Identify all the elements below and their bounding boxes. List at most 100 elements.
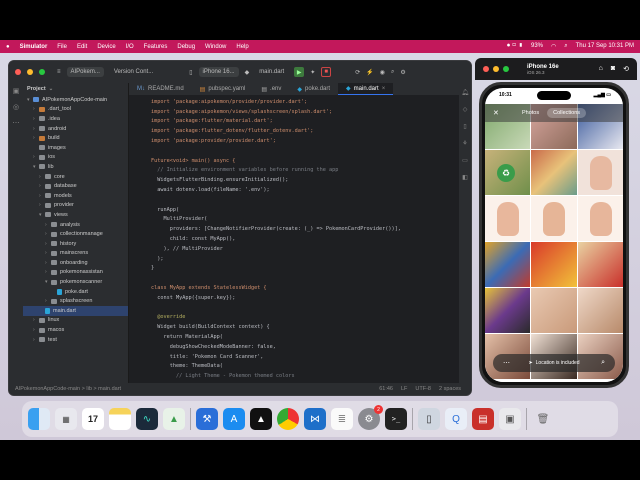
minimize-window-button[interactable] [27,69,33,75]
tree-item[interactable]: › macos [23,325,128,335]
code-line[interactable]: import 'package:aipokemon/provider/provi… [129,97,451,107]
photo-thumbnail[interactable] [531,288,577,333]
code-line[interactable] [129,273,451,283]
location-info[interactable]: Location is included [536,360,580,366]
photo-thumbnail[interactable] [531,242,577,287]
project-panel-header[interactable]: Project ⌄ [23,83,128,95]
app-store-icon[interactable]: A [223,408,245,430]
tree-item[interactable]: › test [23,335,128,345]
screenshot-icon[interactable]: ◙ [611,65,615,73]
tree-item[interactable]: › mainscrens [23,249,128,259]
code-editor[interactable]: M↓ README.md ▤ pubspec.yaml ▤ .env ◆ poke.da… [129,83,459,383]
code-line[interactable]: const MyApp({super.key}); [129,293,451,303]
cursor-position[interactable]: 61:46 [379,386,393,392]
segment-collections[interactable]: Collections [547,108,587,118]
code-line[interactable] [129,303,451,313]
tree-item[interactable]: ▾ pokemonscanner [23,277,128,287]
run-config-selector[interactable]: main.dart [255,67,288,77]
tree-item[interactable]: › build [23,133,128,143]
iphone-screen[interactable]: 10:31 ▂▄▆ ▭ ♻ ✕ Photos Collections ⋯ ➤ L… [485,88,623,382]
code-line[interactable]: import 'package:flutter_dotenv/flutter_d… [129,126,451,136]
tree-item[interactable]: › ios [23,153,128,163]
search-icon[interactable]: ⌕ [564,43,567,50]
notifications-icon[interactable]: 🔔︎ [461,89,469,96]
indent-setting[interactable]: 2 spaces [439,386,461,392]
photo-thumbnail[interactable] [577,150,623,195]
code-line[interactable]: Widget build(BuildContext context) { [129,322,451,332]
vcs-selector[interactable]: Version Cont... [110,67,157,77]
tree-item[interactable]: › onboarding [23,258,128,268]
tree-item[interactable]: › android [23,124,128,134]
zoom-window-button[interactable] [503,66,509,72]
code-line[interactable]: WidgetsFlutterBinding.ensureInitialized(… [129,175,451,185]
simulator-icon[interactable]: ▯ [418,408,440,430]
tree-item[interactable]: › splashscreen [23,296,128,306]
code-line[interactable] [129,146,451,156]
stop-button[interactable]: ■ [321,67,332,77]
code-line[interactable]: runApp( [129,205,451,215]
code-line[interactable]: @override [129,313,451,323]
chrome-icon[interactable] [277,408,299,430]
terminal-icon[interactable]: >_ [385,408,407,430]
code-line[interactable]: title: 'Pokemon Card Scanner', [129,352,451,362]
home-icon[interactable]: ⌂ [599,65,603,73]
zoom-window-button[interactable] [39,69,45,75]
run-button[interactable]: ▶ [294,67,305,77]
device-mirror-icon[interactable]: ◧ [462,174,468,181]
apple-icon[interactable]: ● [6,44,10,50]
debug-icon[interactable]: ✦ [310,69,315,76]
line-separator[interactable]: LF [401,386,407,392]
pdf-icon[interactable]: ▤ [472,408,494,430]
photo-thumbnail[interactable] [577,196,623,241]
tree-item[interactable]: poke.dart [23,287,128,297]
code-line[interactable]: // Light Theme - Pokemon themed colors [129,371,451,381]
android-studio-icon[interactable]: ▲ [163,408,185,430]
folder-icon[interactable]: ▣ [13,87,20,95]
tree-item[interactable]: › provider [23,201,128,211]
structure-icon[interactable]: ⋯ [13,119,20,127]
tree-item[interactable]: › linux [23,316,128,326]
code-line[interactable]: theme: ThemeData( [129,362,451,372]
xcode-icon[interactable]: ⚒ [196,408,218,430]
tree-item[interactable]: › .idea [23,114,128,124]
tab-readme[interactable]: M↓ README.md [129,83,192,95]
code-line[interactable]: return MaterialApp( [129,332,451,342]
settings-icon[interactable]: ⚙ [400,69,405,76]
tab-pubspec[interactable]: ▤ pubspec.yaml [192,83,254,95]
photo-thumbnail[interactable] [485,242,531,287]
menu-features[interactable]: Features [144,44,168,50]
code-line[interactable]: import 'package:flutter/material.dart'; [129,117,451,127]
tree-item[interactable]: ▾ lib [23,162,128,172]
menu-device[interactable]: Device [97,44,115,50]
tab-poke[interactable]: ◆ poke.dart [289,83,338,95]
preview-icon[interactable]: ▣ [499,408,521,430]
photo-thumbnail[interactable] [485,196,531,241]
project-selector[interactable]: AIPokem... [66,67,104,77]
menu-window[interactable]: Window [205,44,226,50]
code-line[interactable]: // Initialize environment variables befo… [129,166,451,176]
control-icons[interactable]: ⏺ ▭ ▮ [507,43,523,50]
code-area[interactable]: import 'package:aipokemon/provider/provi… [129,97,451,381]
tree-item[interactable]: › collectionmanage [23,229,128,239]
code-line[interactable] [129,195,451,205]
finder-icon[interactable] [28,408,50,430]
tree-item[interactable]: › analysis [23,220,128,230]
tree-item[interactable]: ▾ AIPokemonAppCode-main [23,95,128,105]
activity-icon[interactable]: ∿ [136,408,158,430]
tab-env[interactable]: ▤ .env [253,83,289,95]
photo-thumbnail[interactable] [577,288,623,333]
tree-item[interactable]: › history [23,239,128,249]
tree-item[interactable]: › pokemonassistan [23,268,128,278]
menu-edit[interactable]: Edit [77,44,87,50]
photo-thumbnail[interactable] [531,196,577,241]
minimize-window-button[interactable] [493,66,499,72]
menu-file[interactable]: File [57,44,67,50]
gradle-icon[interactable]: ⚘ [462,140,467,147]
device-manager-icon[interactable]: ▯ [463,123,466,130]
attach-icon[interactable]: ⚡ [366,69,373,76]
photo-thumbnail[interactable]: ♻ [485,150,531,195]
code-line[interactable]: import 'package:provider/provider.dart'; [129,136,451,146]
trash-icon[interactable]: 🗑︎ [532,408,554,430]
tree-item[interactable]: › core [23,172,128,182]
emulator-icon[interactable]: ▭ [462,157,468,164]
